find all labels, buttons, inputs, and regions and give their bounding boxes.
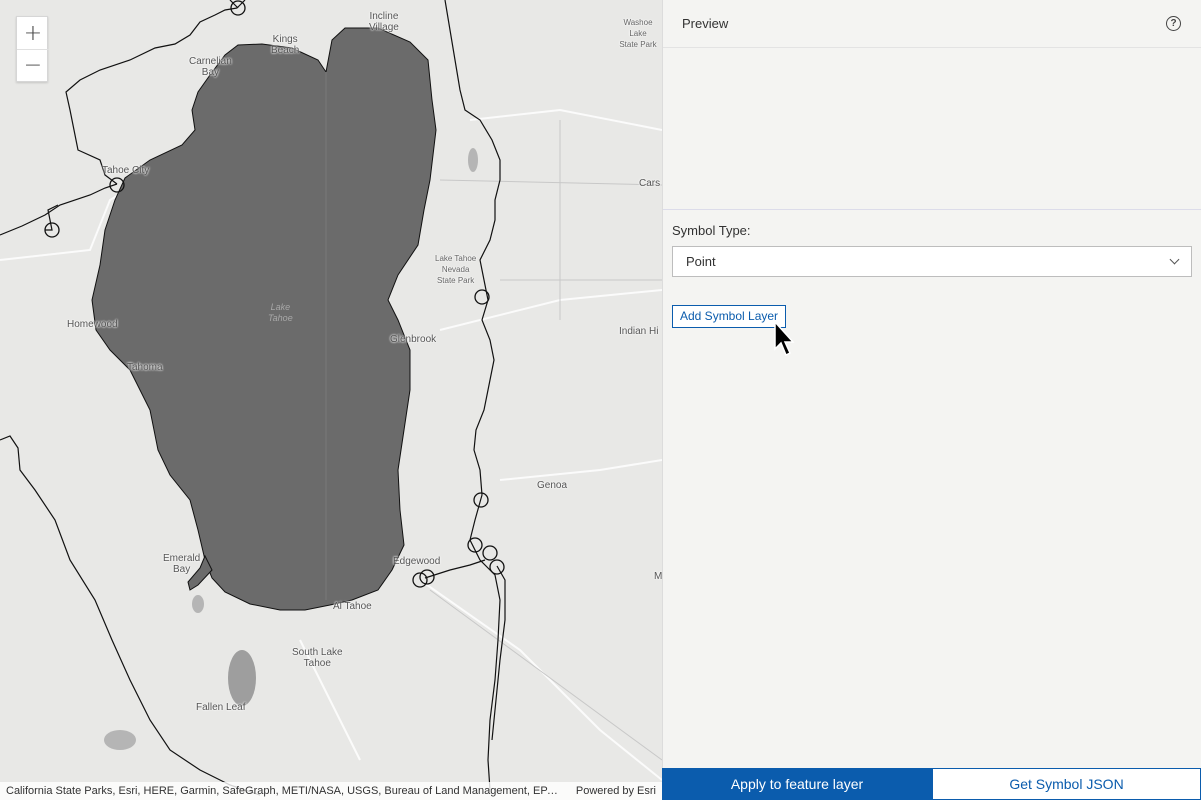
apply-to-feature-layer-button[interactable]: Apply to feature layer xyxy=(662,768,932,800)
place-south-lake-tahoe: South Lake Tahoe xyxy=(292,647,343,669)
symbol-form: Symbol Type: Point Add Symbol Layer xyxy=(663,210,1201,328)
place-carnelian-bay: Carnelian Bay xyxy=(189,56,232,78)
place-washoe-lake: Washoe Lake State Park xyxy=(619,18,657,49)
panel-footer: Apply to feature layer Get Symbol JSON xyxy=(662,768,1201,800)
place-indian-hills: Indian Hi xyxy=(619,326,659,337)
mouse-cursor-icon xyxy=(774,321,795,357)
map-view[interactable]: Incline Village Washoe Lake State Park K… xyxy=(0,0,662,800)
get-symbol-json-button[interactable]: Get Symbol JSON xyxy=(932,768,1201,800)
place-lake-tahoe: Lake Tahoe xyxy=(268,302,293,323)
zoom-out-button[interactable]: − xyxy=(17,49,49,81)
place-glenbrook: Glenbrook xyxy=(390,334,437,345)
preview-area xyxy=(663,48,1201,210)
zoom-control: + − xyxy=(16,16,49,82)
place-emerald-bay: Emerald Bay xyxy=(163,553,201,575)
place-fallen-leaf: Fallen Leaf xyxy=(196,702,246,713)
fallen-leaf-lake xyxy=(228,650,256,706)
add-symbol-layer-button[interactable]: Add Symbol Layer xyxy=(672,305,787,328)
place-homewood: Homewood xyxy=(67,319,118,330)
symbol-type-value: Point xyxy=(686,254,716,269)
chevron-down-icon xyxy=(1169,254,1180,265)
symbol-type-select[interactable]: Point xyxy=(672,246,1192,277)
powered-by-esri[interactable]: Powered by Esri xyxy=(576,785,656,797)
place-kings-beach: Kings Beach xyxy=(271,34,300,56)
attribution-text[interactable]: California State Parks, Esri, HERE, Garm… xyxy=(6,785,564,797)
map-canvas xyxy=(0,0,662,796)
place-tahoma: Tahoma xyxy=(127,362,163,373)
panel-title: Preview xyxy=(682,16,729,31)
place-carson: Cars xyxy=(639,178,661,189)
lake-tahoe-polygon xyxy=(91,27,437,611)
place-genoa: Genoa xyxy=(537,480,568,491)
place-tahoe-city: Tahoe City xyxy=(102,165,150,176)
symbol-type-label: Symbol Type: xyxy=(672,223,751,238)
place-lake-tahoe-state-park: Lake Tahoe Nevada State Park xyxy=(435,254,477,285)
map-attribution: California State Parks, Esri, HERE, Garm… xyxy=(0,782,662,800)
zoom-in-button[interactable]: + xyxy=(17,17,49,49)
place-edgewood: Edgewood xyxy=(393,556,441,567)
place-incline-village: Incline Village xyxy=(369,11,399,33)
place-al-tahoe: Al Tahoe xyxy=(333,601,372,612)
symbol-panel: Preview ? Symbol Type: Point Add Symbol … xyxy=(662,0,1201,800)
help-icon[interactable]: ? xyxy=(1166,16,1181,31)
panel-header: Preview ? xyxy=(663,0,1201,48)
place-m: M xyxy=(654,571,662,582)
